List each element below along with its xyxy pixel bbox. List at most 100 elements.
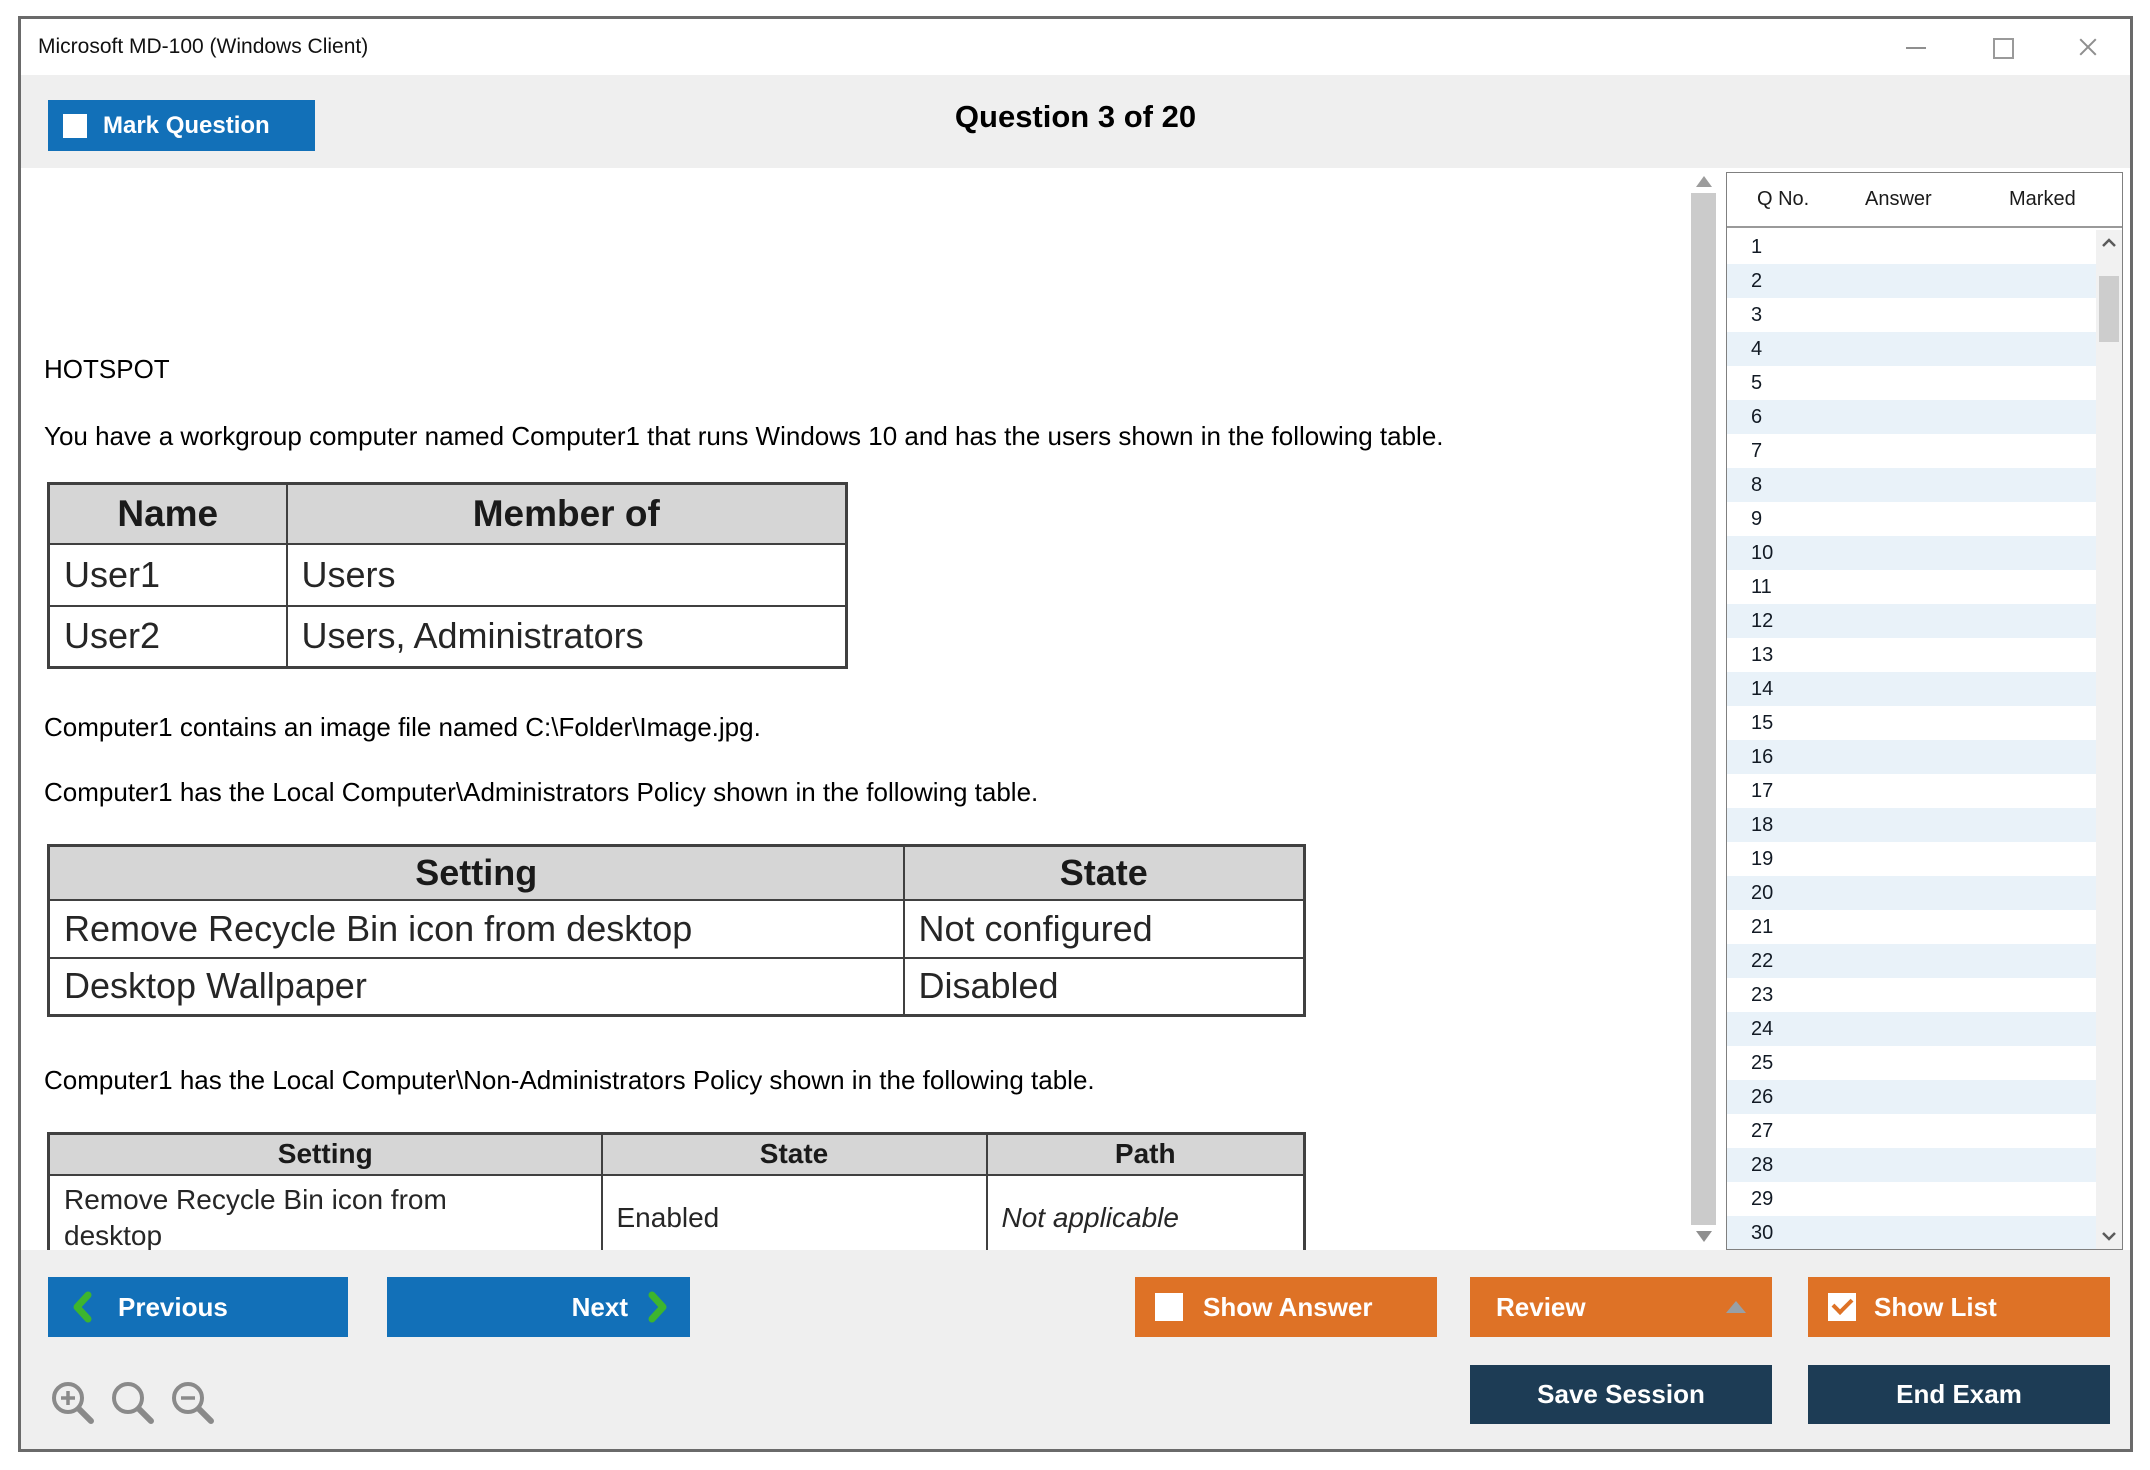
- question-list-row[interactable]: 27: [1727, 1114, 2096, 1148]
- question-list-row[interactable]: 1: [1727, 230, 2096, 264]
- question-list-row[interactable]: 4: [1727, 332, 2096, 366]
- question-list-row[interactable]: 18: [1727, 808, 2096, 842]
- question-list-row[interactable]: 21: [1727, 910, 2096, 944]
- column-header: Path: [987, 1134, 1305, 1175]
- question-list-row[interactable]: 13: [1727, 638, 2096, 672]
- admin-policy-text: Computer1 has the Local Computer\Adminis…: [44, 777, 1038, 808]
- previous-label: Previous: [118, 1292, 228, 1323]
- question-list-row[interactable]: 23: [1727, 978, 2096, 1012]
- question-list-panel: Q No. Answer Marked 12345678910111213141…: [1726, 172, 2123, 1250]
- content-scrollbar[interactable]: [1690, 168, 1717, 1250]
- window-title: Microsoft MD-100 (Windows Client): [38, 35, 368, 59]
- question-list-row[interactable]: 22: [1727, 944, 2096, 978]
- question-list-row[interactable]: 8: [1727, 468, 2096, 502]
- question-list-row[interactable]: 20: [1727, 876, 2096, 910]
- question-list-row[interactable]: 25: [1727, 1046, 2096, 1080]
- column-header-qno: Q No.: [1757, 188, 1809, 211]
- mark-question-label: Mark Question: [103, 112, 270, 140]
- question-type-label: HOTSPOT: [44, 354, 170, 385]
- question-list-row[interactable]: 3: [1727, 298, 2096, 332]
- column-header: Name: [49, 484, 287, 544]
- question-list-row[interactable]: 17: [1727, 774, 2096, 808]
- question-list-row[interactable]: 30: [1727, 1216, 2096, 1249]
- table-cell: Desktop Wallpaper: [49, 958, 904, 1016]
- question-list-scrollbar-thumb[interactable]: [2099, 276, 2119, 342]
- next-label: Next: [572, 1292, 628, 1323]
- table-cell: User2: [49, 606, 287, 668]
- question-list-body: 1234567891011121314151617181920212223242…: [1727, 230, 2096, 1249]
- users-table: NameMember ofUser1UsersUser2Users, Admin…: [47, 482, 848, 669]
- content-scrollbar-track[interactable]: [1691, 193, 1716, 1225]
- collapse-up-icon: [1726, 1301, 1746, 1313]
- question-list-row[interactable]: 15: [1727, 706, 2096, 740]
- column-header-marked: Marked: [2009, 188, 2076, 211]
- chevron-left-icon: [72, 1291, 92, 1323]
- question-list-row[interactable]: 24: [1727, 1012, 2096, 1046]
- question-list-row[interactable]: 28: [1727, 1148, 2096, 1182]
- question-list-row[interactable]: 7: [1727, 434, 2096, 468]
- scroll-up-chevron-icon[interactable]: [2101, 238, 2117, 248]
- question-list-row[interactable]: 6: [1727, 400, 2096, 434]
- end-exam-button[interactable]: End Exam: [1808, 1365, 2110, 1424]
- question-list-scrollbar[interactable]: [2096, 230, 2122, 1249]
- question-list-row[interactable]: 26: [1727, 1080, 2096, 1114]
- question-list-row[interactable]: 19: [1727, 842, 2096, 876]
- column-header: Setting: [49, 846, 904, 900]
- question-list-row[interactable]: 11: [1727, 570, 2096, 604]
- footer-bar: Previous Next Show Answer Review Show Li…: [21, 1250, 2130, 1449]
- table-cell: User1: [49, 544, 287, 606]
- table-cell: Not applicable: [987, 1175, 1305, 1261]
- review-button[interactable]: Review: [1470, 1277, 1772, 1337]
- next-button[interactable]: Next: [387, 1277, 690, 1337]
- window-controls: [1904, 19, 2100, 75]
- question-list-row[interactable]: 16: [1727, 740, 2096, 774]
- admin-policy-table: SettingStateRemove Recycle Bin icon from…: [47, 844, 1306, 1017]
- magnifier-icon[interactable]: [108, 1378, 160, 1430]
- table-row: User1Users: [49, 544, 847, 606]
- minimize-icon[interactable]: [1904, 35, 1928, 59]
- title-bar: Microsoft MD-100 (Windows Client): [21, 19, 2130, 75]
- question-list-row[interactable]: 29: [1727, 1182, 2096, 1216]
- header-band: Question 3 of 20 Mark Question: [21, 75, 2130, 168]
- zoom-out-icon[interactable]: [168, 1378, 220, 1430]
- mark-question-checkbox: [63, 114, 87, 138]
- scroll-down-chevron-icon[interactable]: [2101, 1231, 2117, 1241]
- mark-question-button[interactable]: Mark Question: [48, 100, 315, 151]
- zoom-in-icon[interactable]: [48, 1378, 100, 1430]
- column-header: Setting: [49, 1134, 602, 1175]
- show-list-checkbox: [1828, 1293, 1856, 1321]
- table-row: Remove Recycle Bin icon from desktopEnab…: [49, 1175, 1305, 1261]
- maximize-icon[interactable]: [1990, 35, 2014, 59]
- table-cell: Enabled: [602, 1175, 987, 1261]
- exam-window: Microsoft MD-100 (Windows Client) Questi…: [18, 16, 2133, 1452]
- scroll-up-icon[interactable]: [1696, 176, 1712, 187]
- save-session-button[interactable]: Save Session: [1470, 1365, 1772, 1424]
- question-list-row[interactable]: 10: [1727, 536, 2096, 570]
- show-answer-button[interactable]: Show Answer: [1135, 1277, 1437, 1337]
- column-header-answer: Answer: [1865, 188, 1932, 211]
- show-list-button[interactable]: Show List: [1808, 1277, 2110, 1337]
- close-icon[interactable]: [2076, 35, 2100, 59]
- question-list-row[interactable]: 14: [1727, 672, 2096, 706]
- image-file-text: Computer1 contains an image file named C…: [44, 712, 761, 743]
- question-list-row[interactable]: 2: [1727, 264, 2096, 298]
- column-header: Member of: [287, 484, 847, 544]
- question-list-row[interactable]: 5: [1727, 366, 2096, 400]
- previous-button[interactable]: Previous: [48, 1277, 348, 1337]
- show-answer-checkbox: [1155, 1293, 1183, 1321]
- chevron-right-icon: [648, 1291, 668, 1323]
- table-row: Remove Recycle Bin icon from desktopNot …: [49, 900, 1305, 958]
- review-label: Review: [1496, 1292, 1586, 1323]
- save-session-label: Save Session: [1537, 1379, 1705, 1410]
- non-admin-policy-text: Computer1 has the Local Computer\Non-Adm…: [44, 1065, 1095, 1096]
- question-list-header: Q No. Answer Marked: [1727, 173, 2122, 228]
- question-counter: Question 3 of 20: [21, 99, 2130, 135]
- question-list-row[interactable]: 12: [1727, 604, 2096, 638]
- show-answer-label: Show Answer: [1203, 1292, 1373, 1323]
- question-intro-text: You have a workgroup computer named Comp…: [44, 421, 1444, 452]
- column-header: State: [602, 1134, 987, 1175]
- question-list-row[interactable]: 9: [1727, 502, 2096, 536]
- scroll-down-icon[interactable]: [1696, 1231, 1712, 1242]
- table-row: User2Users, Administrators: [49, 606, 847, 668]
- table-cell: Remove Recycle Bin icon from desktop: [49, 900, 904, 958]
